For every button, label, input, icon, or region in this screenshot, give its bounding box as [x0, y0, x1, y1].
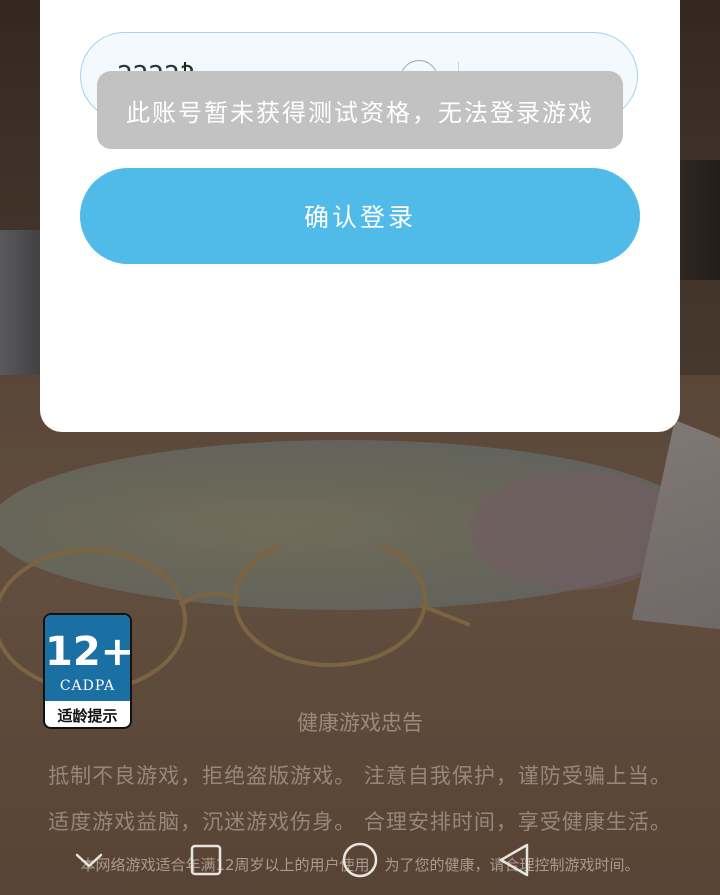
confirm-login-label: 确认登录	[303, 203, 416, 232]
confirm-login-button[interactable]: 确认登录	[80, 168, 640, 264]
system-nav-bar	[0, 825, 720, 895]
error-toast-text: 此账号暂未获得测试资格，无法登录游戏	[126, 98, 594, 127]
error-toast: 此账号暂未获得测试资格，无法登录游戏	[97, 71, 623, 149]
age-rating-number: 12+	[45, 629, 132, 675]
login-dialog: 22222 此账号暂未获得测试资格，无法登录游戏 确认登录	[40, 0, 680, 432]
back-triangle-icon[interactable]	[489, 837, 539, 883]
age-rating-org: CADPA	[59, 678, 116, 694]
home-circle-icon[interactable]	[335, 837, 385, 883]
chevron-down-icon[interactable]	[64, 837, 114, 883]
recents-square-icon[interactable]	[181, 837, 231, 883]
health-notice-line-1: 抵制不良游戏，拒绝盗版游戏。 注意自我保护，谨防受骗上当。	[48, 764, 672, 788]
health-notice-title: 健康游戏忠告	[297, 711, 423, 735]
